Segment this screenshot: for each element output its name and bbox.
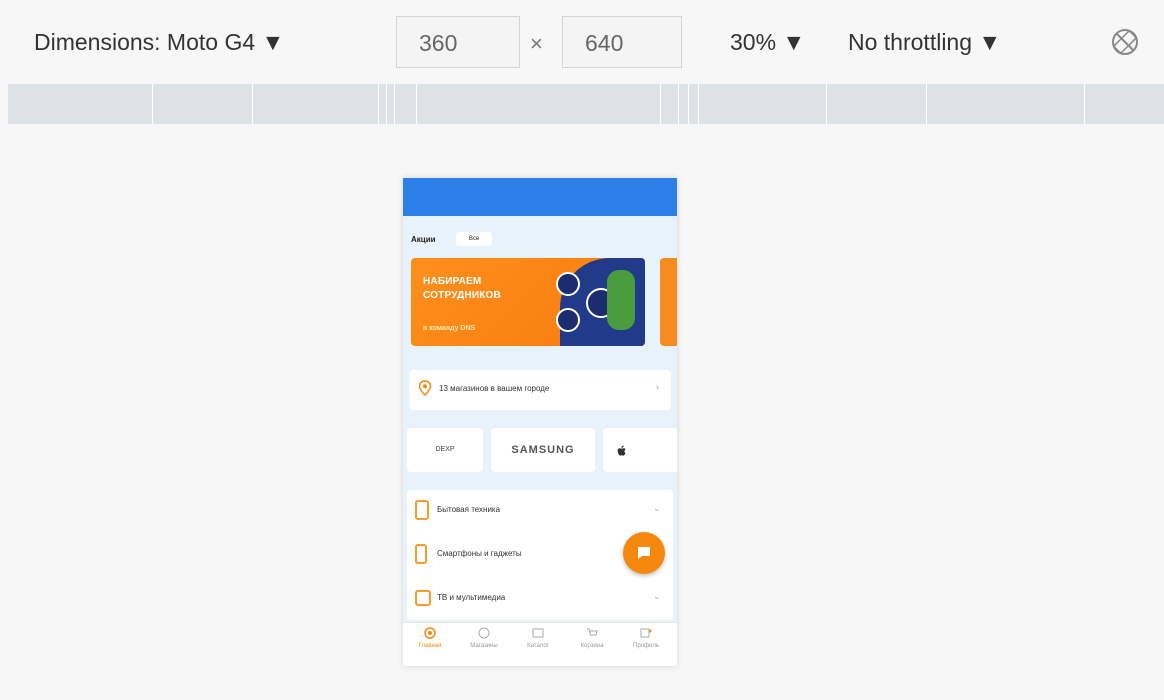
throttling-dropdown[interactable]: No throttling ▼: [848, 29, 1001, 56]
promo-banner[interactable]: НАБИРАЕМ СОТРУДНИКОВ в команду DNS: [411, 258, 645, 346]
stores-text: 13 магазинов в вашем городе: [439, 384, 550, 393]
dimensions-dropdown[interactable]: Dimensions: Moto G4 ▼: [34, 29, 284, 56]
banner-badge-icon: [556, 272, 580, 296]
media-query-ruler: [8, 84, 1164, 124]
brand-card-dexp[interactable]: DEXP: [407, 428, 483, 472]
tab-home[interactable]: Главная: [403, 627, 457, 649]
catalog-item[interactable]: ТВ и мультимедиа ⌄: [407, 582, 673, 618]
chat-button[interactable]: [623, 532, 665, 574]
smartphone-icon: [415, 544, 427, 564]
catalog-item-label: Бытовая техника: [437, 505, 501, 514]
tab-label: Главная: [418, 643, 442, 649]
chevron-down-icon: ⌄: [652, 503, 661, 514]
tv-icon: [415, 590, 431, 606]
rotate-icon[interactable]: [1109, 26, 1141, 58]
chevron-down-icon: ⌄: [652, 591, 661, 602]
catalog-item[interactable]: Бытовая техника ⌄: [407, 494, 673, 530]
cart-icon: [587, 628, 598, 636]
appliance-icon: [415, 500, 429, 520]
ruler-divider: [826, 84, 827, 124]
banner-headline-1: НАБИРАЕМ: [423, 276, 482, 287]
ruler-divider: [688, 84, 689, 124]
banner-subline: в команду DNS: [423, 325, 476, 332]
app-header-bar: [403, 178, 677, 216]
tab-stores[interactable]: Магазины: [457, 627, 511, 649]
bottom-tab-bar: Главная Магазины Каталог Корзина Профиль: [403, 622, 677, 666]
ruler-divider: [698, 84, 699, 124]
ruler-divider: [660, 84, 661, 124]
ruler-divider: [394, 84, 395, 124]
device-viewport: Акции Все НАБИРАЕМ СОТРУДНИКОВ в команду…: [403, 178, 677, 666]
promo-banner-next[interactable]: [660, 258, 677, 346]
tab-label: Каталог: [527, 643, 549, 649]
tab-label: Профиль: [633, 643, 659, 649]
height-input[interactable]: 640: [562, 16, 682, 68]
chevron-right-icon: ›: [655, 382, 659, 393]
brand-card-apple[interactable]: [603, 428, 677, 472]
catalog-icon: [532, 628, 544, 638]
ruler-divider: [678, 84, 679, 124]
devtools-device-toolbar: Dimensions: Moto G4 ▼ 360 × 640 30% ▼ No…: [0, 0, 1164, 84]
ruler-divider: [386, 84, 387, 124]
tab-cart[interactable]: Корзина: [565, 627, 619, 649]
dimension-separator: ×: [530, 31, 543, 56]
ruler-divider: [926, 84, 927, 124]
ruler-divider: [378, 84, 379, 124]
tab-profile[interactable]: Профиль: [619, 627, 673, 649]
profile-icon: [640, 628, 652, 638]
promo-all-button[interactable]: Все: [456, 232, 492, 246]
catalog-item-label: Смартфоны и гаджеты: [437, 549, 522, 558]
ruler-divider: [416, 84, 417, 124]
location-pin-icon: [418, 380, 432, 396]
zoom-dropdown[interactable]: 30% ▼: [730, 29, 805, 56]
banner-mascot-icon: [607, 270, 635, 330]
tab-label: Магазины: [470, 643, 498, 649]
apple-icon: [617, 445, 626, 456]
tab-catalog[interactable]: Каталог: [511, 627, 565, 649]
banner-headline-2: СОТРУДНИКОВ: [423, 290, 501, 301]
store-icon: [478, 627, 490, 639]
brand-card-samsung[interactable]: SAMSUNG: [491, 428, 595, 472]
home-icon: [424, 627, 436, 639]
width-input[interactable]: 360: [396, 16, 520, 68]
ruler-divider: [1084, 84, 1085, 124]
stores-link[interactable]: 13 магазинов в вашем городе ›: [409, 370, 671, 410]
tab-label: Корзина: [580, 643, 604, 649]
chat-icon: [638, 547, 650, 559]
banner-badge-icon: [556, 308, 580, 332]
promo-title: Акции: [411, 235, 436, 244]
ruler-divider: [152, 84, 153, 124]
ruler-divider: [252, 84, 253, 124]
catalog-item-label: ТВ и мультимедиа: [437, 593, 506, 602]
